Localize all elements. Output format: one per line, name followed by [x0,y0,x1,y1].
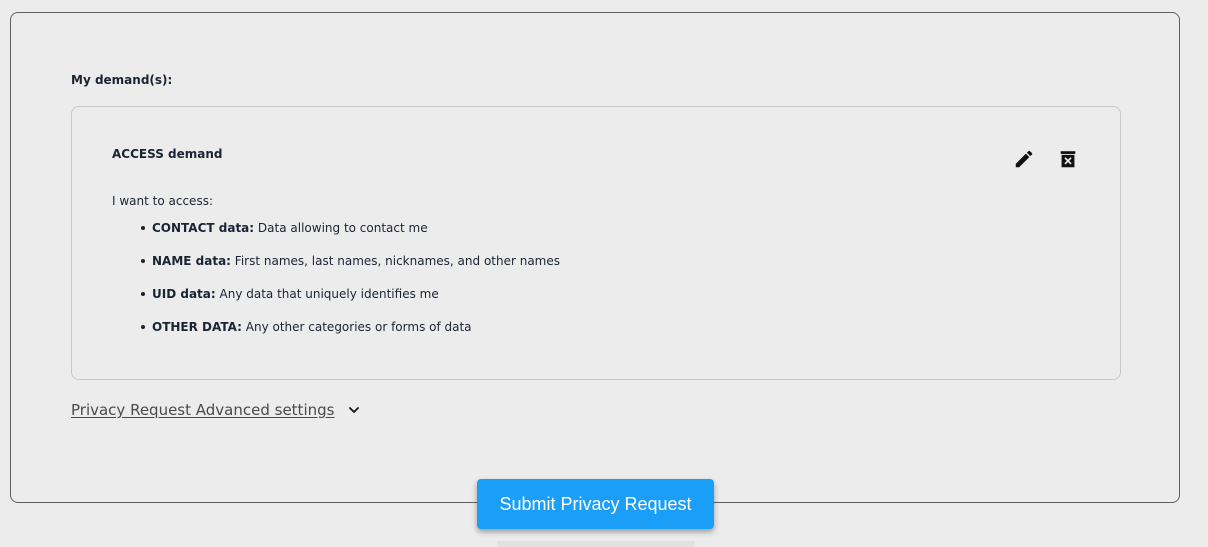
submit-privacy-request-button[interactable]: Submit Privacy Request [477,479,714,529]
category-description: Any other categories or forms of data [245,320,472,334]
list-item: UID data: Any data that uniquely identif… [112,285,560,318]
demand-intro: I want to access: [112,194,213,208]
delete-demand-button[interactable] [1056,147,1080,171]
data-category-list: CONTACT data: Data allowing to contact m… [112,219,560,351]
list-item: NAME data: First names, last names, nick… [112,252,560,285]
category-description: Any data that uniquely identifies me [219,287,439,301]
bullet [141,325,145,329]
access-demand-card: ACCESS demand I want to access: CONTACT … [71,106,1121,380]
category-description: First names, last names, nicknames, and … [234,254,561,268]
bullet [141,292,145,296]
category-label: UID data: [152,287,216,301]
list-item: CONTACT data: Data allowing to contact m… [112,219,560,252]
pencil-icon [1015,150,1033,168]
demands-label: My demand(s): [71,73,173,87]
category-label: NAME data: [152,254,231,268]
list-item: OTHER DATA: Any other categories or form… [112,318,560,351]
category-label: OTHER DATA: [152,320,242,334]
bullet [141,259,145,263]
category-description: Data allowing to contact me [257,221,428,235]
trash-icon [1060,151,1076,168]
demand-title: ACCESS demand [112,147,223,161]
privacy-request-form: My demand(s): ACCESS demand I want to ac… [10,12,1180,503]
edit-demand-button[interactable] [1012,147,1036,171]
button-shadow-strip [497,541,695,547]
advanced-settings-toggle[interactable]: Privacy Request Advanced settings [71,401,362,419]
bullet [141,226,145,230]
chevron-down-icon[interactable] [346,402,362,418]
advanced-settings-link[interactable]: Privacy Request Advanced settings [71,401,334,419]
category-label: CONTACT data: [152,221,255,235]
